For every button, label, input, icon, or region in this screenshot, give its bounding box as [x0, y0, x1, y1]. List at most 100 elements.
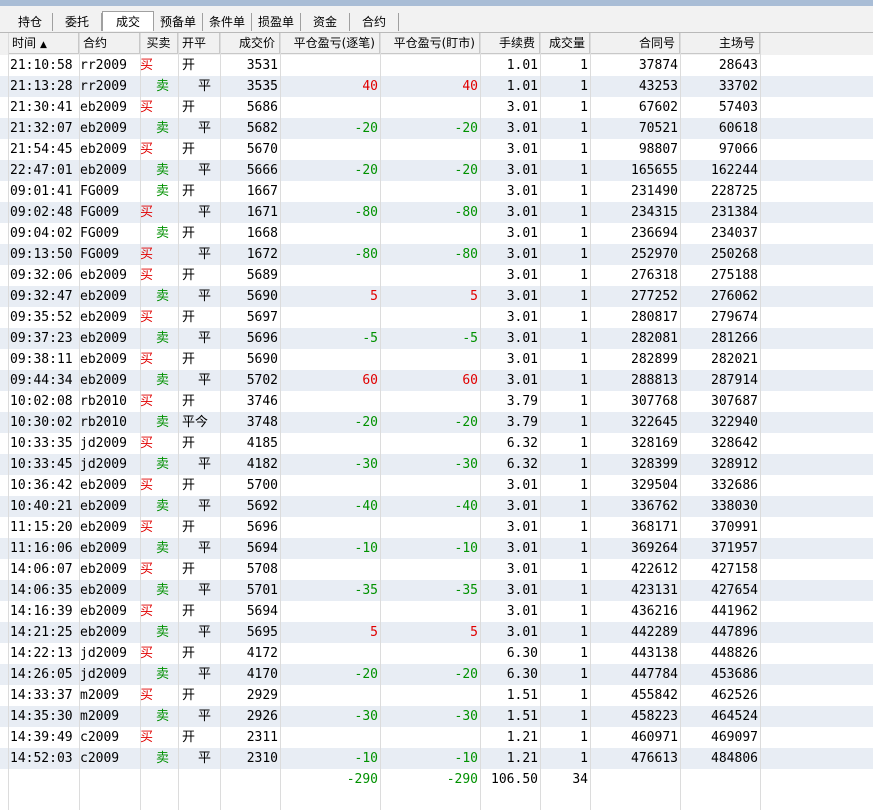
col-header-time[interactable]: 时间 ▲ — [8, 33, 79, 54]
cell-side: 卖 — [156, 184, 170, 199]
table-row[interactable]: 10:40:21 eb2009 卖 平 5692 -40 -40 3.01 1 336762 338… — [0, 496, 873, 517]
table-row[interactable]: 14:35:30 m2009 卖 平 2926 -30 -30 1.51 1 458223 4645… — [0, 706, 873, 727]
cell-pnl1 — [280, 181, 378, 202]
table-row[interactable]: 09:04:02 FG009 卖开 1668 3.01 1 236694 234037 — [0, 223, 873, 244]
table-row[interactable]: 09:44:34 eb2009 卖 平 5702 60 60 3.01 1 288813 28791… — [0, 370, 873, 391]
table-row[interactable]: 09:37:23 eb2009 卖 平 5696 -5 -5 3.01 1 282081 28126… — [0, 328, 873, 349]
table-row[interactable]: 09:01:41 FG009 卖开 1667 3.01 1 231490 228725 — [0, 181, 873, 202]
cell-xno: 328912 — [711, 457, 758, 472]
table-row[interactable]: 21:10:58 rr2009 买 开 3531 1.01 1 37874 28643 — [0, 55, 873, 76]
cell-cno: 43253 — [638, 79, 678, 94]
cell-time: 21:13:28 — [10, 79, 73, 94]
col-header-contract[interactable]: 合约 — [79, 33, 140, 54]
cell-fee: 3.01 — [506, 142, 538, 157]
cell-time: 14:39:49 — [10, 730, 73, 745]
cell-pnl2: -20 — [454, 415, 478, 430]
table-row[interactable]: 09:32:06 eb2009 买 开 5689 3.01 1 276318 275188 — [0, 265, 873, 286]
table-row[interactable]: 09:38:11 eb2009 买 开 5690 3.01 1 282899 282021 — [0, 349, 873, 370]
col-header-qty[interactable]: 成交量 — [540, 33, 590, 54]
cell-xno: 228725 — [711, 184, 758, 199]
cell-price: 5696 — [246, 520, 278, 535]
table-row[interactable]: 09:32:47 eb2009 卖 平 5690 5 5 3.01 1 277252 276062 — [0, 286, 873, 307]
col-header-pnl-by-trade[interactable]: 平仓盈亏(逐笔) — [280, 33, 380, 54]
cell-side: 买 — [140, 604, 154, 619]
grid-line — [8, 33, 9, 810]
tab-conditional-orders[interactable]: 条件单 — [203, 13, 252, 31]
cell-cno: 476613 — [631, 751, 678, 766]
table-row[interactable]: 11:16:06 eb2009 卖 平 5694 -10 -10 3.01 1 369264 371… — [0, 538, 873, 559]
cell-side: 卖 — [156, 121, 170, 136]
cell-fee: 1.21 — [506, 730, 538, 745]
col-header-exchange-no[interactable]: 主场号 — [680, 33, 760, 54]
tab-preorders[interactable]: 预备单 — [154, 13, 203, 31]
tab-funds[interactable]: 资金 — [301, 13, 350, 31]
cell-pnl2 — [380, 181, 478, 202]
cell-price: 1672 — [246, 247, 278, 262]
cell-fee: 3.79 — [506, 415, 538, 430]
cell-time: 14:16:39 — [10, 604, 73, 619]
cell-time: 10:33:35 — [10, 436, 73, 451]
tab-contracts[interactable]: 合约 — [350, 13, 399, 31]
cell-price: 5689 — [246, 268, 278, 283]
cell-fee: 3.01 — [506, 121, 538, 136]
table-row[interactable]: 14:39:49 c2009 买 开 2311 1.21 1 460971 469097 — [0, 727, 873, 748]
tab-stop-orders[interactable]: 损盈单 — [252, 13, 301, 31]
table-row[interactable]: 09:13:50 FG009 买 平 1672 -80 -80 3.01 1 252970 2502… — [0, 244, 873, 265]
cell-pnl1: -5 — [362, 331, 378, 346]
table-row[interactable]: 14:33:37 m2009 买 开 2929 1.51 1 455842 462526 — [0, 685, 873, 706]
table-row[interactable]: 09:35:52 eb2009 买 开 5697 3.01 1 280817 279674 — [0, 307, 873, 328]
cell-oc: 开 — [182, 520, 196, 535]
cell-time: 21:32:07 — [10, 121, 73, 136]
cell-pnl2: -80 — [454, 205, 478, 220]
cell-pnl2: -20 — [454, 163, 478, 178]
cell-qty: 1 — [580, 436, 588, 451]
table-row[interactable]: 21:13:28 rr2009 卖 平 3535 40 40 1.01 1 43253 33702 — [0, 76, 873, 97]
table-row[interactable]: 21:30:41 eb2009 买 开 5686 3.01 1 67602 57403 — [0, 97, 873, 118]
cell-xno: 328642 — [711, 436, 758, 451]
cell-contract: eb2009 — [80, 583, 127, 598]
table-row[interactable]: 10:33:45 jd2009 卖 平 4182 -30 -30 6.32 1 328399 328… — [0, 454, 873, 475]
cell-cno: 307768 — [631, 394, 678, 409]
table-row[interactable]: 10:36:42 eb2009 买 开 5700 3.01 1 329504 332686 — [0, 475, 873, 496]
col-header-fee[interactable]: 手续费 — [480, 33, 540, 54]
col-header-contract-no[interactable]: 合同号 — [590, 33, 680, 54]
col-header-price[interactable]: 成交价 — [220, 33, 280, 54]
cell-oc: 平 — [198, 751, 212, 766]
tab-trades[interactable]: 成交 — [102, 11, 154, 31]
cell-pnl2 — [380, 139, 478, 160]
table-row[interactable]: 22:47:01 eb2009 卖 平 5666 -20 -20 3.01 1 165655 162… — [0, 160, 873, 181]
cell-qty: 1 — [580, 562, 588, 577]
cell-time: 21:10:58 — [10, 58, 73, 73]
tab-orders[interactable]: 委托 — [53, 13, 102, 31]
cell-time: 09:37:23 — [10, 331, 73, 346]
cell-time: 09:44:34 — [10, 373, 73, 388]
table-row[interactable]: 14:52:03 c2009 卖 平 2310 -10 -10 1.21 1 476613 4848… — [0, 748, 873, 769]
col-header-pnl-mark[interactable]: 平仓盈亏(盯市) — [380, 33, 480, 54]
table-row[interactable]: 10:30:02 rb2010 卖平今 3748 -20 -20 3.79 1 322645 32… — [0, 412, 873, 433]
cell-time: 09:02:48 — [10, 205, 73, 220]
cell-fee: 3.01 — [506, 184, 538, 199]
cell-pnl1 — [280, 517, 378, 538]
table-row[interactable]: 14:06:07 eb2009 买 开 5708 3.01 1 422612 427158 — [0, 559, 873, 580]
table-row[interactable]: 14:21:25 eb2009 卖 平 5695 5 5 3.01 1 442289 447896 — [0, 622, 873, 643]
col-header-side[interactable]: 买卖 — [140, 33, 178, 54]
col-header-open-close[interactable]: 开平 — [178, 33, 220, 54]
cell-qty: 1 — [580, 100, 588, 115]
cell-price: 4172 — [246, 646, 278, 661]
table-row[interactable]: 14:22:13 jd2009 买 开 4172 6.30 1 443138 448826 — [0, 643, 873, 664]
table-row[interactable]: 10:33:35 jd2009 买 开 4185 6.32 1 328169 328642 — [0, 433, 873, 454]
table-row[interactable]: 14:06:35 eb2009 卖 平 5701 -35 -35 3.01 1 423131 427… — [0, 580, 873, 601]
table-row[interactable]: 11:15:20 eb2009 买 开 5696 3.01 1 368171 370991 — [0, 517, 873, 538]
table-row[interactable]: 21:32:07 eb2009 卖 平 5682 -20 -20 3.01 1 70521 6061… — [0, 118, 873, 139]
table-row[interactable]: 14:26:05 jd2009 卖 平 4170 -20 -20 6.30 1 447784 453… — [0, 664, 873, 685]
table-row[interactable]: 14:16:39 eb2009 买 开 5694 3.01 1 436216 441962 — [0, 601, 873, 622]
cell-side: 买 — [140, 352, 154, 367]
cell-fee: 3.01 — [506, 310, 538, 325]
cell-pnl1 — [280, 307, 378, 328]
cell-fee: 3.01 — [506, 625, 538, 640]
tab-positions[interactable]: 持仓 — [8, 13, 53, 31]
table-row[interactable]: 10:02:08 rb2010 买 开 3746 3.79 1 307768 307687 — [0, 391, 873, 412]
table-row[interactable]: 21:54:45 eb2009 买 开 5670 3.01 1 98807 97066 — [0, 139, 873, 160]
table-row[interactable]: 09:02:48 FG009 买 平 1671 -80 -80 3.01 1 234315 2313… — [0, 202, 873, 223]
cell-pnl2: 60 — [462, 373, 478, 388]
